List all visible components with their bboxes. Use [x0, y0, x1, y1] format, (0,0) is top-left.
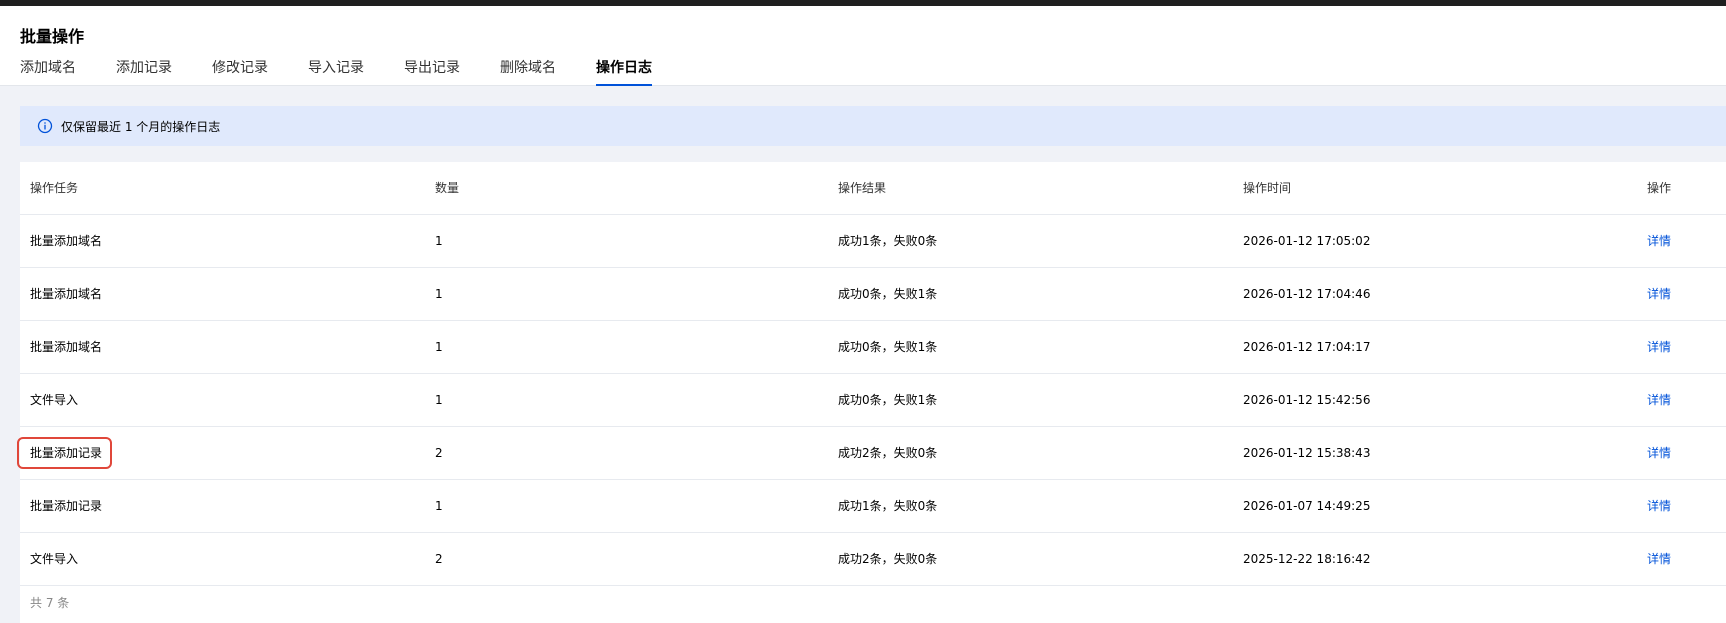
- details-link[interactable]: 详情: [1647, 427, 1671, 479]
- table-row: 批量添加域名 1 成功0条，失败1条 2026-01-12 17:04:17 详…: [20, 321, 1726, 374]
- time-cell: 2026-01-12 17:04:17: [1243, 340, 1371, 354]
- task-cell: 文件导入: [30, 393, 79, 407]
- result-cell: 成功2条，失败0条: [838, 552, 938, 566]
- details-link[interactable]: 详情: [1647, 480, 1671, 532]
- time-cell: 2026-01-12 15:42:56: [1243, 393, 1371, 407]
- tab-export-record[interactable]: 导出记录: [404, 58, 460, 86]
- tab-modify-record[interactable]: 修改记录: [212, 58, 268, 86]
- table-row: 文件导入 2 成功2条，失败0条 2025-12-22 18:16:42 详情: [20, 533, 1726, 586]
- header-time: 操作时间: [1243, 181, 1292, 195]
- count-cell: 1: [435, 393, 443, 407]
- info-icon: [37, 118, 53, 134]
- task-cell: 批量添加记录: [30, 446, 103, 460]
- count-cell: 1: [435, 234, 443, 248]
- count-cell: 1: [435, 499, 443, 513]
- task-cell: 批量添加域名: [30, 287, 103, 301]
- count-cell: 2: [435, 446, 443, 460]
- result-cell: 成功0条，失败1条: [838, 393, 938, 407]
- task-cell: 批量添加域名: [30, 340, 103, 354]
- tab-operation-log[interactable]: 操作日志: [596, 58, 652, 86]
- task-cell: 批量添加记录: [30, 499, 103, 513]
- time-cell: 2026-01-12 17:04:46: [1243, 287, 1371, 301]
- count-cell: 1: [435, 340, 443, 354]
- table-row: 批量添加域名 1 成功1条，失败0条 2026-01-12 17:05:02 详…: [20, 215, 1726, 268]
- header-count: 数量: [435, 181, 460, 195]
- details-link[interactable]: 详情: [1647, 321, 1671, 373]
- result-cell: 成功1条，失败0条: [838, 234, 938, 248]
- tab-add-record[interactable]: 添加记录: [116, 58, 172, 86]
- page-title: 批量操作: [20, 27, 85, 46]
- task-cell: 批量添加域名: [30, 234, 103, 248]
- notice-text: 仅保留最近 1 个月的操作日志: [61, 119, 221, 134]
- header-action: 操作: [1647, 181, 1672, 195]
- count-cell: 2: [435, 552, 443, 566]
- table-row: 批量添加记录 2 成功2条，失败0条 2026-01-12 15:38:43 详…: [17, 427, 1726, 480]
- operation-log-table: 操作任务 数量 操作结果 操作时间 操作 批量添加域名 1 成功1条，失败0条 …: [17, 162, 1726, 623]
- tab-delete-domain[interactable]: 删除域名: [500, 58, 556, 86]
- tab-import-record[interactable]: 导入记录: [308, 58, 364, 86]
- time-cell: 2026-01-07 14:49:25: [1243, 499, 1371, 513]
- tab-bar: 添加域名 添加记录 修改记录 导入记录 导出记录 删除域名 操作日志: [0, 58, 1726, 86]
- result-cell: 成功2条，失败0条: [838, 446, 938, 460]
- details-link[interactable]: 详情: [1647, 215, 1671, 267]
- table-row: 批量添加域名 1 成功0条，失败1条 2026-01-12 17:04:46 详…: [20, 268, 1726, 321]
- header-result: 操作结果: [838, 181, 887, 195]
- notice-banner: 仅保留最近 1 个月的操作日志: [20, 106, 1726, 146]
- table-header: 操作任务 数量 操作结果 操作时间 操作: [20, 162, 1726, 215]
- table-row: 批量添加记录 1 成功1条，失败0条 2026-01-07 14:49:25 详…: [20, 480, 1726, 533]
- total-count: 共 7 条: [30, 596, 70, 610]
- table-row: 文件导入 1 成功0条，失败1条 2026-01-12 15:42:56 详情: [20, 374, 1726, 427]
- details-link[interactable]: 详情: [1647, 268, 1671, 320]
- time-cell: 2026-01-12 17:05:02: [1243, 234, 1371, 248]
- details-link[interactable]: 详情: [1647, 533, 1671, 585]
- page-header: 批量操作 添加域名 添加记录 修改记录 导入记录 导出记录 删除域名 操作日志: [0, 6, 1726, 86]
- time-cell: 2026-01-12 15:38:43: [1243, 446, 1371, 460]
- tab-add-domain[interactable]: 添加域名: [20, 58, 76, 86]
- task-cell: 文件导入: [30, 552, 79, 566]
- details-link[interactable]: 详情: [1647, 374, 1671, 426]
- result-cell: 成功0条，失败1条: [838, 287, 938, 301]
- time-cell: 2025-12-22 18:16:42: [1243, 552, 1371, 566]
- header-task: 操作任务: [30, 181, 79, 195]
- result-cell: 成功0条，失败1条: [838, 340, 938, 354]
- count-cell: 1: [435, 287, 443, 301]
- result-cell: 成功1条，失败0条: [838, 499, 938, 513]
